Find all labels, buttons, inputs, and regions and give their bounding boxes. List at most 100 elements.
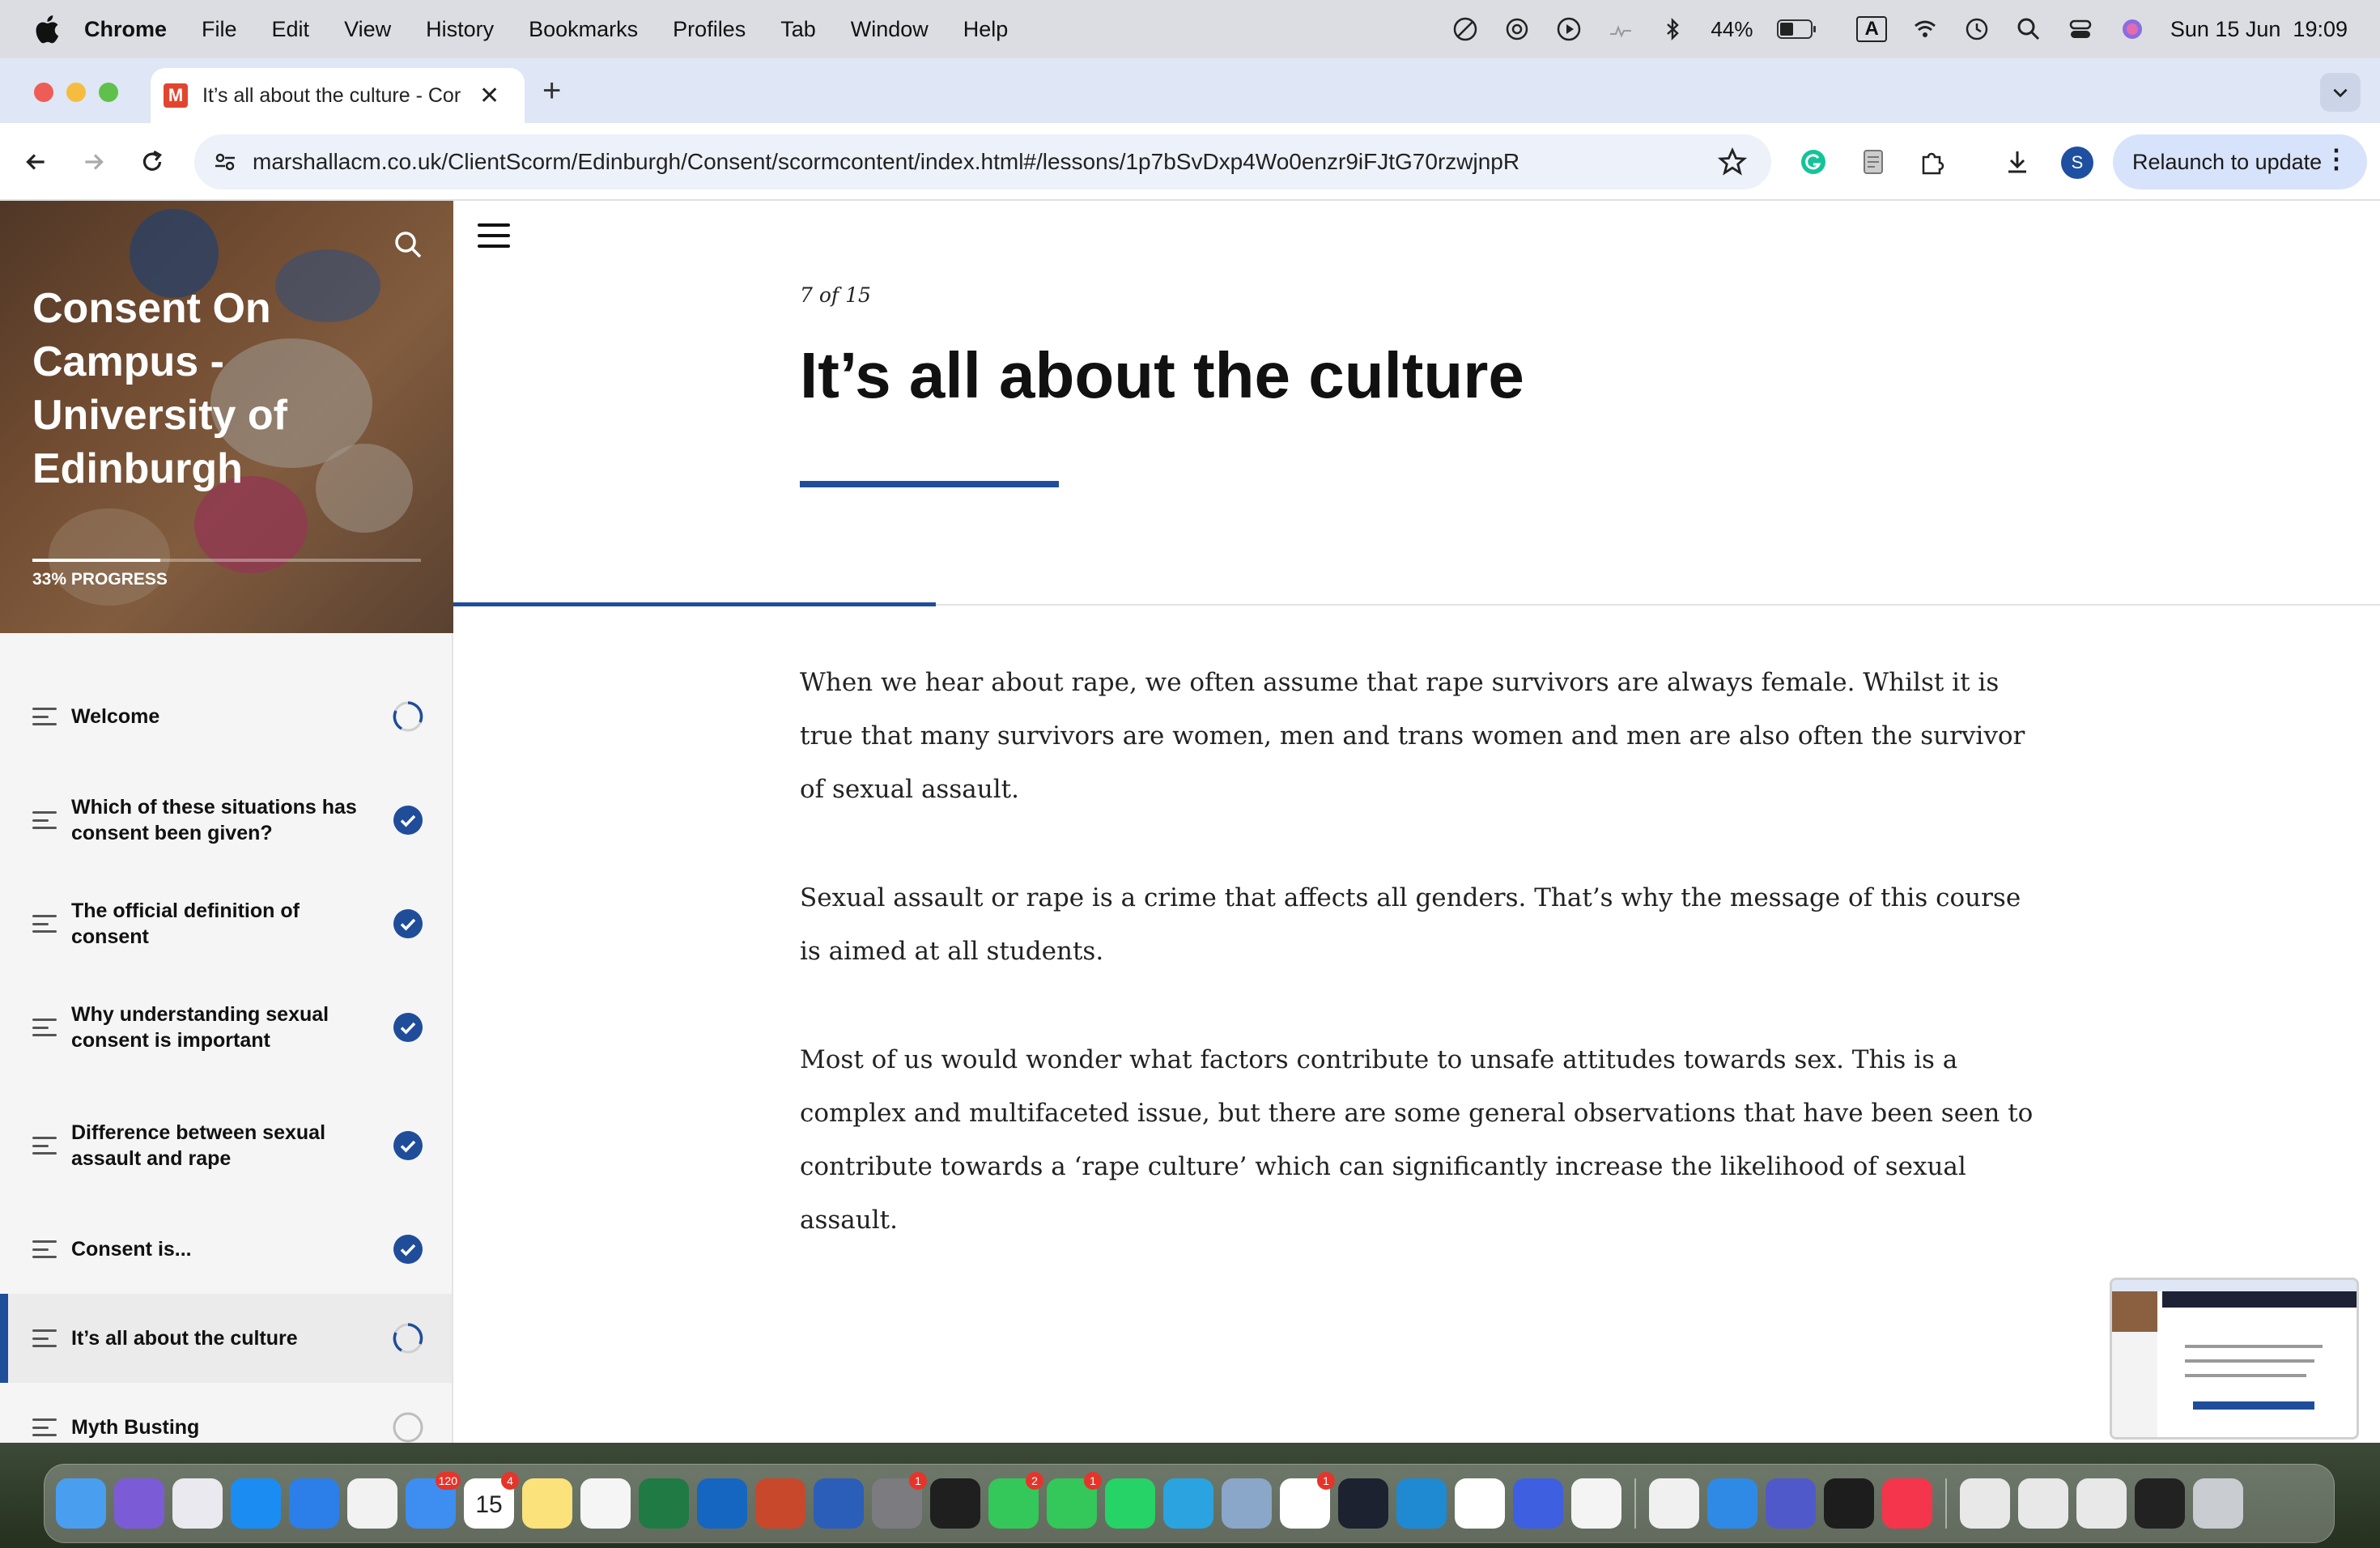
launchpad-icon[interactable]: [172, 1478, 223, 1529]
activity-monitor-icon[interactable]: [1824, 1478, 1874, 1529]
menu-edit[interactable]: Edit: [272, 17, 310, 42]
extensions-puzzle-icon[interactable]: [1915, 146, 1948, 178]
facetime-icon[interactable]: 1: [1047, 1472, 1102, 1529]
lesson-label: Welcome: [71, 705, 160, 728]
chrome-icon[interactable]: [347, 1478, 397, 1529]
battery-percent: 44%: [1711, 16, 1753, 41]
spotify-icon[interactable]: [930, 1478, 980, 1529]
lesson-item[interactable]: Which of these situations has consent be…: [0, 761, 452, 879]
tab-close-icon[interactable]: ✕: [479, 82, 499, 110]
window-thumb-1-icon[interactable]: [1960, 1478, 2010, 1529]
profile-avatar[interactable]: S: [2061, 147, 2093, 179]
siri-icon[interactable]: [114, 1478, 164, 1529]
cursor-icon[interactable]: [1338, 1478, 1388, 1529]
more-menu-icon[interactable]: ⋮: [2323, 146, 2349, 172]
whatsapp-icon[interactable]: [1105, 1478, 1155, 1529]
lesson-text-icon: [32, 1240, 57, 1258]
battery-icon[interactable]: [1777, 15, 1817, 43]
close-window-button[interactable]: [34, 83, 53, 102]
slack-icon[interactable]: 1: [1280, 1472, 1335, 1529]
progress-circle-icon: [393, 1323, 423, 1354]
relaunch-button[interactable]: Relaunch to update ⋮: [2113, 134, 2367, 189]
lesson-item[interactable]: Why understanding sexual consent is impo…: [0, 968, 452, 1087]
date-time[interactable]: Sun 15 Jun 19:09: [2170, 17, 2348, 42]
play-icon[interactable]: [1555, 15, 1583, 43]
system-settings-icon[interactable]: 1: [872, 1472, 927, 1529]
menu-view[interactable]: View: [344, 17, 391, 42]
window-thumb-4-icon[interactable]: [2135, 1478, 2185, 1529]
tab-search-button[interactable]: [2320, 73, 2361, 112]
menu-history[interactable]: History: [426, 17, 494, 42]
window-thumb-3-icon[interactable]: [2076, 1478, 2127, 1529]
music-icon[interactable]: [1882, 1478, 1932, 1529]
grammarly-extension-icon[interactable]: [1797, 146, 1830, 178]
trash-icon[interactable]: [2193, 1478, 2243, 1529]
spotlight-search-icon[interactable]: [2015, 15, 2042, 43]
photos-icon[interactable]: [580, 1478, 631, 1529]
calendar-icon[interactable]: 15 4: [464, 1472, 519, 1529]
new-tab-button[interactable]: +: [542, 73, 561, 109]
outlook-icon[interactable]: [697, 1478, 747, 1529]
nordvpn-icon[interactable]: [1513, 1478, 1563, 1529]
menu-tab[interactable]: Tab: [780, 17, 816, 42]
preview-icon[interactable]: [1222, 1478, 1272, 1529]
chatgpt-menu-icon[interactable]: [1503, 15, 1531, 43]
zotero-icon[interactable]: [1571, 1478, 1621, 1529]
tab-active[interactable]: M It’s all about the culture - Cor ✕: [151, 68, 525, 123]
lesson-item[interactable]: Myth Busting: [0, 1383, 452, 1443]
menu-help[interactable]: Help: [963, 17, 1009, 42]
apple-icon[interactable]: [32, 13, 60, 45]
menu-app-name[interactable]: Chrome: [84, 17, 167, 42]
safari-icon[interactable]: [289, 1478, 339, 1529]
finder-icon[interactable]: [56, 1478, 106, 1529]
time-machine-icon[interactable]: [1963, 15, 1991, 43]
lesson-item[interactable]: It’s all about the culture: [0, 1294, 452, 1383]
control-center-icon[interactable]: [2067, 15, 2094, 43]
back-button[interactable]: [19, 146, 52, 178]
bookmark-star-icon[interactable]: [1718, 147, 1747, 176]
wifi-icon[interactable]: [1911, 15, 1939, 43]
reading-mode-icon[interactable]: [1857, 146, 1889, 178]
lesson-heading: It’s all about the culture: [800, 339, 1524, 411]
bluetooth-icon[interactable]: [1659, 15, 1686, 43]
focus-icon[interactable]: [1451, 15, 1479, 43]
web-page: Consent On Campus - University of Edinbu…: [0, 201, 2380, 1443]
chatgpt-icon[interactable]: [1649, 1478, 1699, 1529]
minimize-window-button[interactable]: [66, 83, 86, 102]
window-thumb-2-icon[interactable]: [2018, 1478, 2068, 1529]
reload-button[interactable]: [136, 146, 168, 178]
powerpoint-icon[interactable]: [755, 1478, 805, 1529]
address-bar[interactable]: marshallacm.co.uk/ClientScorm/Edinburgh/…: [194, 134, 1771, 189]
lesson-item[interactable]: Consent is...: [0, 1205, 452, 1294]
downloads-icon[interactable]: [2001, 146, 2034, 178]
siri-menu-icon[interactable]: [2119, 15, 2146, 43]
screenshot-thumbnail[interactable]: [2110, 1278, 2359, 1440]
lesson-item[interactable]: Difference between sexual assault and ra…: [0, 1087, 452, 1205]
telegram-icon[interactable]: [1163, 1478, 1213, 1529]
search-icon[interactable]: [392, 228, 424, 261]
site-info-icon[interactable]: [204, 141, 246, 183]
notion-icon[interactable]: [1455, 1478, 1505, 1529]
menu-file[interactable]: File: [202, 17, 237, 42]
lesson-item[interactable]: The official definition of consent: [0, 879, 452, 968]
vscode-icon[interactable]: [1396, 1478, 1447, 1529]
messages-icon[interactable]: 2: [988, 1472, 1043, 1529]
notes-icon[interactable]: [522, 1478, 572, 1529]
keynote-icon[interactable]: [1707, 1478, 1757, 1529]
forward-button[interactable]: [78, 146, 110, 178]
menu-window[interactable]: Window: [851, 17, 929, 42]
excel-icon[interactable]: [639, 1478, 689, 1529]
lesson-item[interactable]: Welcome: [0, 672, 452, 761]
teams-icon[interactable]: [1766, 1478, 1816, 1529]
menu-toggle-icon[interactable]: [478, 223, 510, 248]
word-icon[interactable]: [814, 1478, 864, 1529]
mail-icon[interactable]: 120: [406, 1472, 461, 1529]
url-text[interactable]: marshallacm.co.uk/ClientScorm/Edinburgh/…: [253, 149, 1519, 175]
activity-icon[interactable]: [1607, 15, 1634, 43]
app-store-icon[interactable]: [231, 1478, 281, 1529]
notification-badge: 1: [909, 1472, 927, 1490]
keyboard-input-indicator[interactable]: A: [1856, 16, 1887, 42]
zoom-window-button[interactable]: [99, 83, 118, 102]
menu-profiles[interactable]: Profiles: [673, 17, 746, 42]
menu-bookmarks[interactable]: Bookmarks: [529, 17, 638, 42]
